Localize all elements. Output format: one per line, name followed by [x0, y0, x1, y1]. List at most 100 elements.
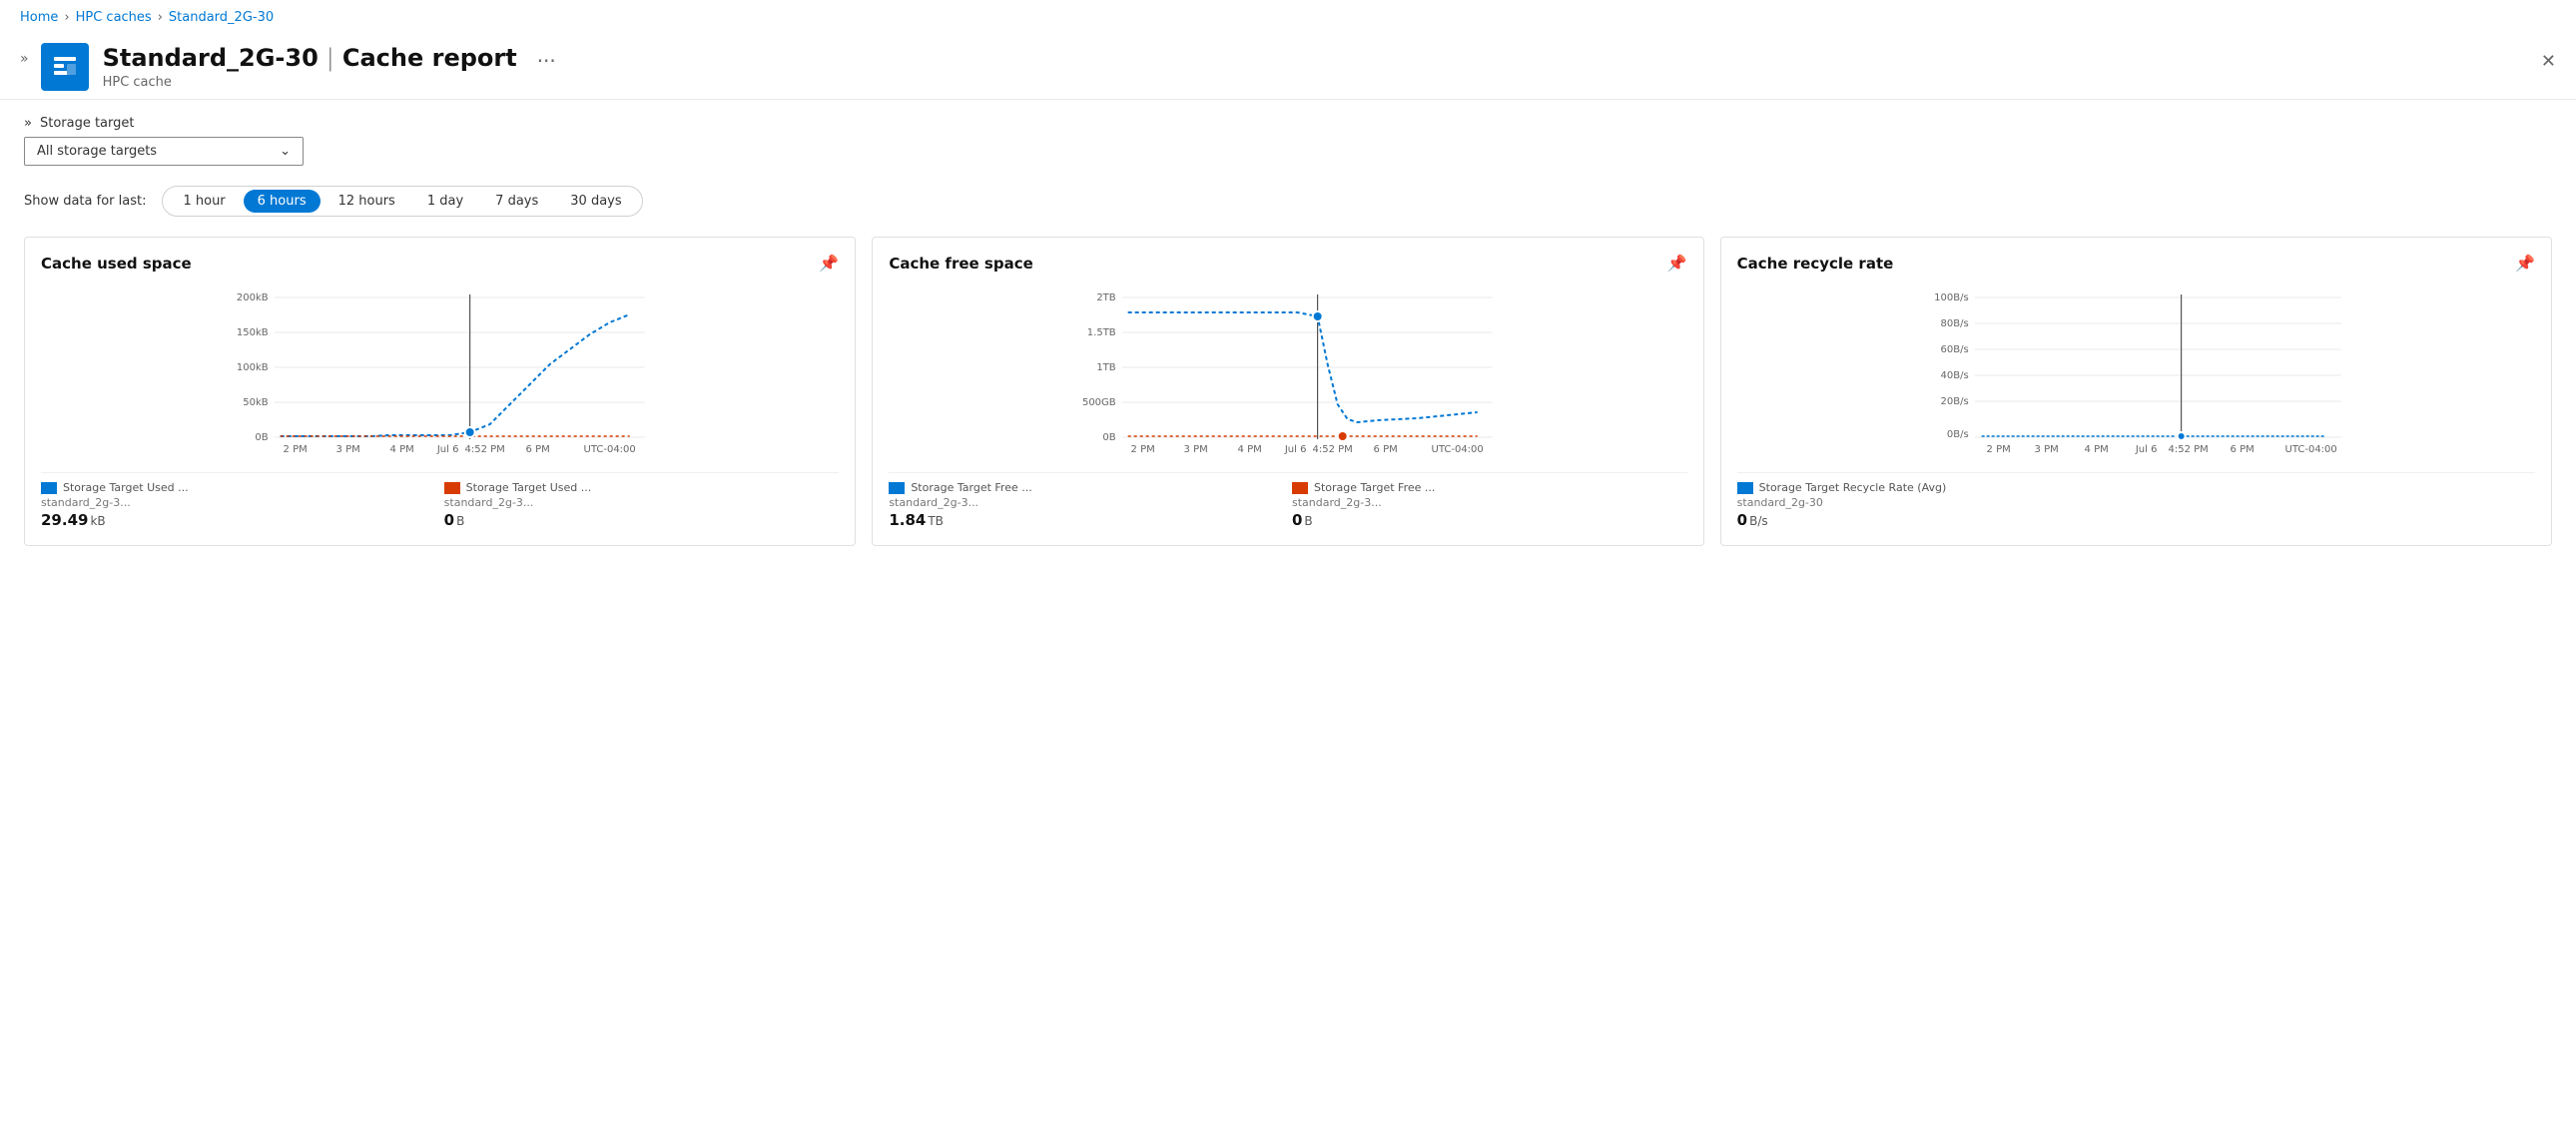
- svg-text:60B/s: 60B/s: [1940, 344, 1968, 355]
- legend-sub-used-orange: standard_2g-3...: [444, 496, 840, 509]
- time-option-6hours[interactable]: 6 hours: [244, 190, 321, 213]
- chart-header-recycle: Cache recycle rate 📌: [1737, 254, 2535, 273]
- legend-color-free-orange: [1292, 482, 1308, 494]
- page-header: » Standard_2G-30 | Cache report ··· HPC …: [0, 35, 2576, 100]
- svg-text:Jul 6: Jul 6: [1284, 444, 1307, 455]
- svg-text:200kB: 200kB: [237, 292, 269, 303]
- svg-text:0B/s: 0B/s: [1947, 429, 1969, 440]
- app-icon: [41, 43, 89, 91]
- time-option-30days[interactable]: 30 days: [556, 190, 635, 213]
- svg-text:500GB: 500GB: [1082, 397, 1116, 408]
- legend-value-recycle-blue: 0 B/s: [1737, 511, 2535, 529]
- chart-legend-free: Storage Target Free ... standard_2g-3...…: [889, 472, 1686, 529]
- svg-text:3 PM: 3 PM: [1184, 444, 1208, 455]
- page-name: Cache report: [342, 44, 517, 72]
- svg-text:80B/s: 80B/s: [1940, 318, 1968, 329]
- svg-text:1TB: 1TB: [1097, 362, 1116, 373]
- legend-label-free-orange: Storage Target Free ...: [1292, 481, 1687, 494]
- svg-text:0B: 0B: [255, 432, 268, 443]
- breadcrumb-home[interactable]: Home: [20, 10, 58, 25]
- dropdown-value: All storage targets: [37, 144, 157, 159]
- chart-card-free-space: Cache free space 📌 2TB 1.5TB 1TB 500GB 0…: [872, 237, 1703, 546]
- svg-text:50kB: 50kB: [243, 397, 269, 408]
- chart-area-used: 200kB 150kB 100kB 50kB 0B: [41, 284, 839, 464]
- time-option-12hours[interactable]: 12 hours: [324, 190, 409, 213]
- legend-label-used-orange: Storage Target Used ...: [444, 481, 840, 494]
- legend-label-recycle-blue: Storage Target Recycle Rate (Avg): [1737, 481, 2535, 494]
- legend-item-used-blue: Storage Target Used ... standard_2g-3...…: [41, 481, 436, 529]
- svg-text:6 PM: 6 PM: [526, 444, 550, 455]
- svg-text:40B/s: 40B/s: [1940, 370, 1968, 381]
- charts-grid: Cache used space 📌 200kB 150kB 100kB 50k…: [24, 237, 2552, 546]
- storage-target-dropdown[interactable]: All storage targets ⌄: [24, 137, 304, 166]
- legend-text-free-orange: Storage Target Free ...: [1314, 481, 1435, 494]
- legend-text-recycle-blue: Storage Target Recycle Rate (Avg): [1759, 481, 1947, 494]
- header-title-area: Standard_2G-30 | Cache report ··· HPC ca…: [103, 43, 2556, 90]
- chart-title-free: Cache free space: [889, 255, 1032, 273]
- svg-text:2TB: 2TB: [1097, 292, 1116, 303]
- legend-sub-recycle-blue: standard_2g-30: [1737, 496, 2535, 509]
- legend-item-free-orange: Storage Target Free ... standard_2g-3...…: [1292, 481, 1687, 529]
- svg-text:1.5TB: 1.5TB: [1087, 327, 1116, 338]
- svg-text:100kB: 100kB: [237, 362, 269, 373]
- legend-sub-free-blue: standard_2g-3...: [889, 496, 1284, 509]
- svg-text:Jul 6: Jul 6: [2135, 444, 2158, 455]
- filter-label-text: Storage target: [40, 116, 135, 131]
- filter-section: » Storage target All storage targets ⌄: [24, 116, 2552, 166]
- chart-legend-recycle: Storage Target Recycle Rate (Avg) standa…: [1737, 472, 2535, 529]
- time-option-1day[interactable]: 1 day: [413, 190, 477, 213]
- legend-label-free-blue: Storage Target Free ...: [889, 481, 1284, 494]
- legend-item-recycle-blue: Storage Target Recycle Rate (Avg) standa…: [1737, 481, 2535, 529]
- expand-arrow[interactable]: »: [24, 116, 32, 131]
- filter-label-row: » Storage target: [24, 116, 2552, 131]
- chart-header-used: Cache used space 📌: [41, 254, 839, 273]
- svg-text:4 PM: 4 PM: [1238, 444, 1262, 455]
- chart-card-used-space: Cache used space 📌 200kB 150kB 100kB 50k…: [24, 237, 856, 546]
- svg-text:6 PM: 6 PM: [2230, 444, 2254, 455]
- legend-sub-free-orange: standard_2g-3...: [1292, 496, 1687, 509]
- more-menu-button[interactable]: ···: [537, 49, 556, 73]
- main-content: » Storage target All storage targets ⌄ S…: [0, 100, 2576, 562]
- legend-item-used-orange: Storage Target Used ... standard_2g-3...…: [444, 481, 840, 529]
- svg-text:3 PM: 3 PM: [336, 444, 360, 455]
- legend-text-free-blue: Storage Target Free ...: [911, 481, 1031, 494]
- svg-text:4 PM: 4 PM: [2084, 444, 2108, 455]
- breadcrumb-sep2: ›: [158, 10, 163, 25]
- separator: |: [326, 44, 334, 72]
- svg-text:Jul 6: Jul 6: [436, 444, 459, 455]
- svg-text:2 PM: 2 PM: [1986, 444, 2010, 455]
- chart-title-used: Cache used space: [41, 255, 192, 273]
- breadcrumb-standard[interactable]: Standard_2G-30: [169, 10, 274, 25]
- svg-text:150kB: 150kB: [237, 327, 269, 338]
- svg-text:4:52 PM: 4:52 PM: [465, 444, 505, 455]
- resource-name: Standard_2G-30: [103, 44, 319, 72]
- pin-icon-recycle[interactable]: 📌: [2515, 254, 2535, 273]
- legend-color-used-orange: [444, 482, 460, 494]
- collapse-button[interactable]: »: [20, 51, 29, 67]
- legend-item-free-blue: Storage Target Free ... standard_2g-3...…: [889, 481, 1284, 529]
- svg-text:UTC-04:00: UTC-04:00: [584, 444, 636, 455]
- chart-header-free: Cache free space 📌: [889, 254, 1686, 273]
- legend-value-free-blue: 1.84 TB: [889, 511, 1284, 529]
- legend-value-used-orange: 0 B: [444, 511, 840, 529]
- breadcrumb-hpc[interactable]: HPC caches: [76, 10, 152, 25]
- chart-area-free: 2TB 1.5TB 1TB 500GB 0B: [889, 284, 1686, 464]
- close-button[interactable]: ✕: [2541, 51, 2556, 72]
- time-option-7days[interactable]: 7 days: [481, 190, 552, 213]
- legend-value-free-orange: 0 B: [1292, 511, 1687, 529]
- chart-card-recycle: Cache recycle rate 📌 100B/s 80B/s 60B/s …: [1720, 237, 2552, 546]
- svg-text:6 PM: 6 PM: [1374, 444, 1398, 455]
- time-options-group: 1 hour 6 hours 12 hours 1 day 7 days 30 …: [162, 186, 642, 217]
- svg-text:20B/s: 20B/s: [1940, 396, 1968, 407]
- pin-icon-free[interactable]: 📌: [1667, 254, 1687, 273]
- time-filter-section: Show data for last: 1 hour 6 hours 12 ho…: [24, 186, 2552, 217]
- resource-type: HPC cache: [103, 75, 2556, 90]
- legend-text-used-orange: Storage Target Used ...: [466, 481, 592, 494]
- svg-text:4:52 PM: 4:52 PM: [1313, 444, 1353, 455]
- time-option-1hour[interactable]: 1 hour: [169, 190, 239, 213]
- svg-text:2 PM: 2 PM: [1131, 444, 1155, 455]
- legend-sub-used-blue: standard_2g-3...: [41, 496, 436, 509]
- svg-text:4 PM: 4 PM: [390, 444, 414, 455]
- pin-icon-used[interactable]: 📌: [819, 254, 839, 273]
- chart-title-recycle: Cache recycle rate: [1737, 255, 1894, 273]
